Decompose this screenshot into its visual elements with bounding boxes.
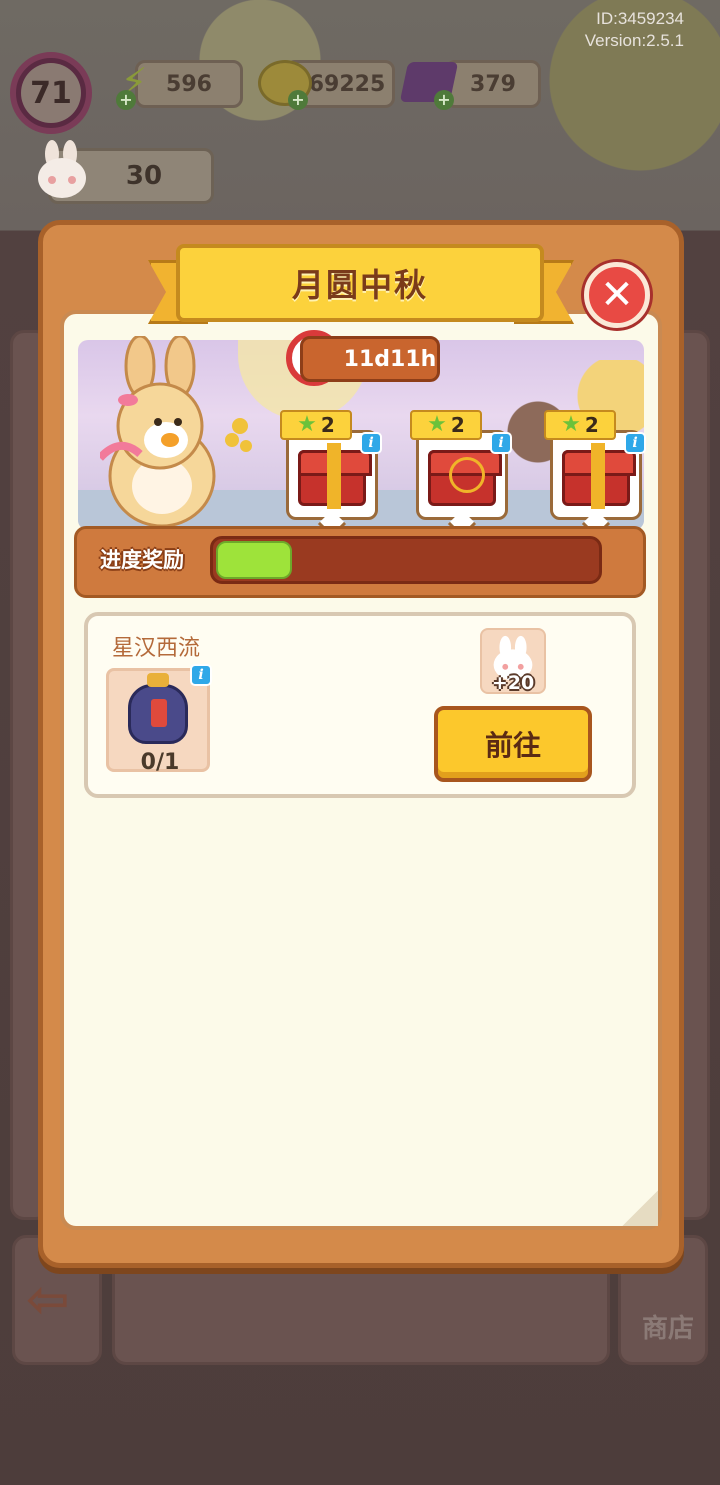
paper-curl-decoration <box>622 1190 658 1226</box>
gem-value: 379 <box>470 71 516 97</box>
shop-label: 商店 <box>641 1314 694 1344</box>
close-icon: ✕ <box>600 272 634 318</box>
ornate-chest-icon <box>428 450 502 506</box>
star-icon: ★ <box>561 412 581 437</box>
event-timer: 11d11h <box>300 336 440 382</box>
task-reward-amount: +20 <box>491 672 535 694</box>
progress-label: 进度奖励 <box>100 548 184 572</box>
reward-star-tag: ★ 2 <box>544 410 616 440</box>
info-icon[interactable]: i <box>190 664 212 686</box>
bunny-count-value: 30 <box>125 161 163 191</box>
gift-box-icon <box>562 443 636 509</box>
energy-value: 596 <box>166 71 212 97</box>
go-button[interactable]: 前往 <box>434 706 592 782</box>
info-icon[interactable]: i <box>360 432 382 454</box>
reward-slot-3[interactable]: ★ 2 i <box>544 410 646 539</box>
bunny-head-icon <box>38 140 86 198</box>
wine-jar-icon <box>128 673 188 744</box>
add-gem-icon[interactable]: + <box>434 90 454 110</box>
version-text: Version:2.5.1 <box>584 31 684 50</box>
reward-slot-1[interactable]: ★ 2 i <box>280 410 382 539</box>
reward-star-tag: ★ 2 <box>410 410 482 440</box>
level-number: 71 <box>21 63 81 123</box>
star-icon: ★ <box>427 412 447 437</box>
task-title: 星汉西流 <box>112 636 201 661</box>
progress-fill <box>216 541 292 579</box>
back-arrow-icon: ⇦ <box>26 1270 70 1330</box>
reward-star-tag: ★ 2 <box>280 410 352 440</box>
close-button[interactable]: ✕ <box>584 262 650 328</box>
add-coin-icon[interactable]: + <box>288 90 308 110</box>
gem-counter: 379 <box>445 60 541 108</box>
star-icon: ★ <box>297 412 317 437</box>
info-icon[interactable]: i <box>624 432 646 454</box>
red-chest-icon <box>298 443 372 509</box>
reward-star-count: 2 <box>320 413 335 437</box>
build-info: ID:3459234 Version:2.5.1 <box>585 8 684 52</box>
modal-title: 月圆中秋 <box>176 244 544 322</box>
task-progress: 0/1 <box>140 750 180 775</box>
reward-star-count: 2 <box>584 413 599 437</box>
reward-star-count: 2 <box>450 413 465 437</box>
bunny-mascot-illustration <box>100 336 252 528</box>
add-energy-icon[interactable]: + <box>116 90 136 110</box>
info-icon[interactable]: i <box>490 432 512 454</box>
go-button-label: 前往 <box>484 729 541 762</box>
user-id: ID:3459234 <box>596 9 684 28</box>
level-badge: 71 <box>10 52 92 134</box>
reward-slot-2[interactable]: ★ 2 i <box>410 410 512 539</box>
timer-value: 11d11h <box>343 346 437 372</box>
